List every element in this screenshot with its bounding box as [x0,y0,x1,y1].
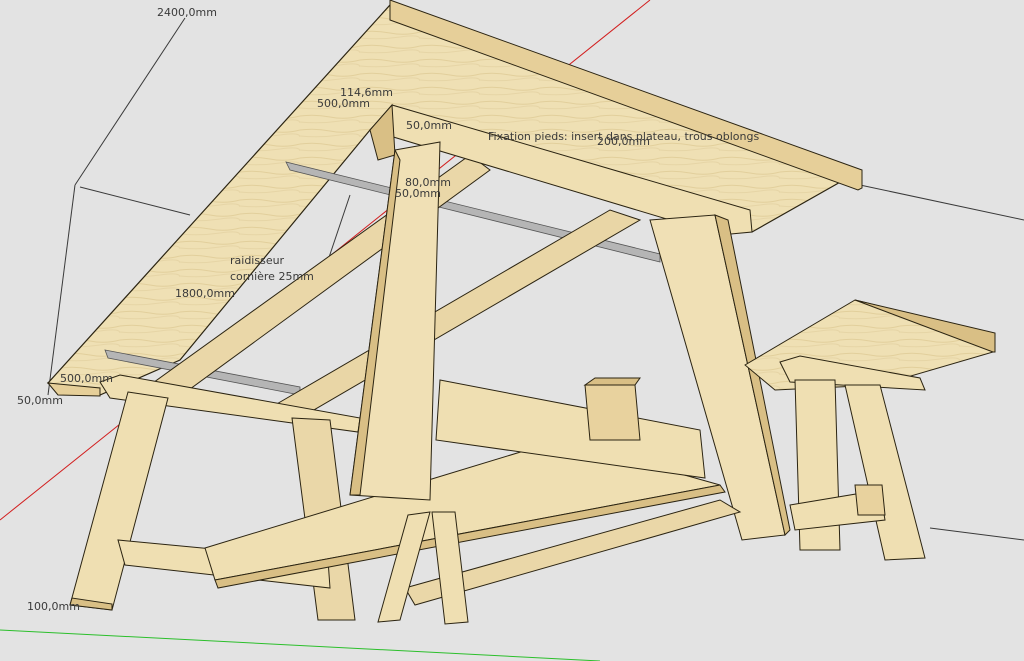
sketchup-viewport[interactable]: 2400,0mm 114,6mm 500,0mm 50,0mm Fixation… [0,0,1024,661]
dimension-2400: 2400,0mm [157,6,217,19]
bench-block [854,484,886,516]
raidisseur-note-line1: raidisseur [230,254,285,267]
stretcher-tenon-block [584,384,641,441]
dimension-500-top: 500,0mm [317,97,370,110]
dimension-500-left: 500,0mm [60,372,113,385]
raidisseur-note-line2: cornière 25mm [230,270,314,283]
dimension-50-left: 50,0mm [17,394,63,407]
table-model-scene[interactable] [0,0,1024,661]
green-axis-line [0,629,601,661]
dimension-50-top: 50,0mm [406,119,452,132]
left-leg-front [69,391,169,611]
dimension-200: 200,0mm [597,135,650,148]
dimension-50-mid: 50,0mm [395,187,441,200]
dimension-100: 100,0mm [27,600,80,613]
bench-leg-2 [844,384,926,561]
stretcher-tenon-block-top [583,377,641,386]
dimension-1800: 1800,0mm [175,287,235,300]
